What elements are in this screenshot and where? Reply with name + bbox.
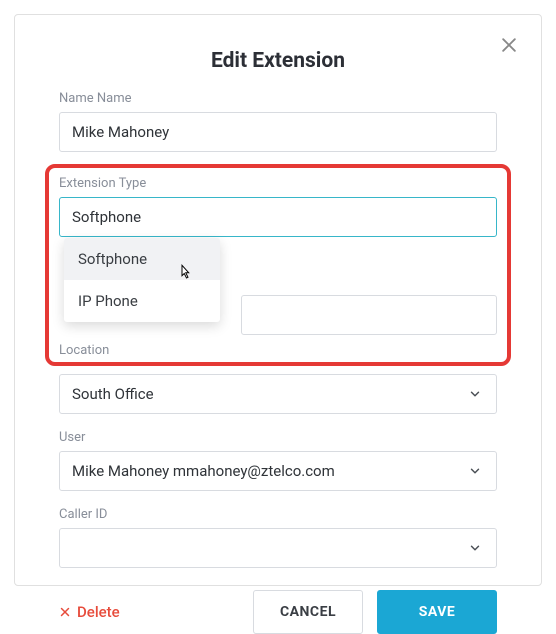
location-field: South Office bbox=[59, 374, 497, 414]
delete-button[interactable]: Delete bbox=[59, 603, 120, 621]
extension-type-dropdown: Softphone IP Phone bbox=[64, 238, 220, 322]
edit-extension-modal: Edit Extension Name Name Mike Mahoney Ex… bbox=[14, 14, 542, 586]
caller-id-select[interactable] bbox=[59, 528, 497, 568]
extension-type-label: Extension Type bbox=[59, 176, 497, 191]
name-label: Name Name bbox=[59, 91, 497, 106]
chevron-down-icon bbox=[468, 541, 482, 555]
extension-type-select[interactable]: Softphone bbox=[59, 197, 497, 237]
caller-id-field: Caller ID bbox=[59, 507, 497, 568]
modal-title: Edit Extension bbox=[59, 49, 497, 73]
cursor-icon bbox=[176, 263, 194, 281]
save-button[interactable]: SAVE bbox=[377, 590, 497, 634]
extension-type-field: Extension Type Softphone bbox=[59, 176, 497, 237]
dropdown-option-ipphone[interactable]: IP Phone bbox=[64, 280, 220, 322]
name-field: Name Name Mike Mahoney bbox=[59, 91, 497, 152]
close-icon[interactable] bbox=[499, 35, 519, 55]
location-value: South Office bbox=[72, 385, 154, 403]
action-bar: Delete CANCEL SAVE bbox=[59, 590, 497, 634]
obscured-input[interactable] bbox=[241, 295, 497, 335]
dropdown-option-softphone[interactable]: Softphone bbox=[64, 238, 220, 280]
user-field: User Mike Mahoney mmahoney@ztelco.com bbox=[59, 430, 497, 491]
chevron-down-icon bbox=[468, 464, 482, 478]
user-value: Mike Mahoney mmahoney@ztelco.com bbox=[72, 462, 335, 480]
location-label: Location bbox=[59, 343, 497, 358]
caller-id-label: Caller ID bbox=[59, 507, 497, 522]
extension-type-value: Softphone bbox=[72, 208, 141, 226]
chevron-down-icon bbox=[468, 387, 482, 401]
delete-label: Delete bbox=[77, 603, 120, 621]
name-input[interactable]: Mike Mahoney bbox=[59, 112, 497, 152]
extension-type-highlight: Extension Type Softphone Softphone IP Ph… bbox=[45, 164, 511, 366]
user-select[interactable]: Mike Mahoney mmahoney@ztelco.com bbox=[59, 451, 497, 491]
cancel-button[interactable]: CANCEL bbox=[253, 590, 363, 634]
x-icon bbox=[59, 606, 71, 618]
name-value: Mike Mahoney bbox=[72, 123, 169, 141]
location-select[interactable]: South Office bbox=[59, 374, 497, 414]
user-label: User bbox=[59, 430, 497, 445]
